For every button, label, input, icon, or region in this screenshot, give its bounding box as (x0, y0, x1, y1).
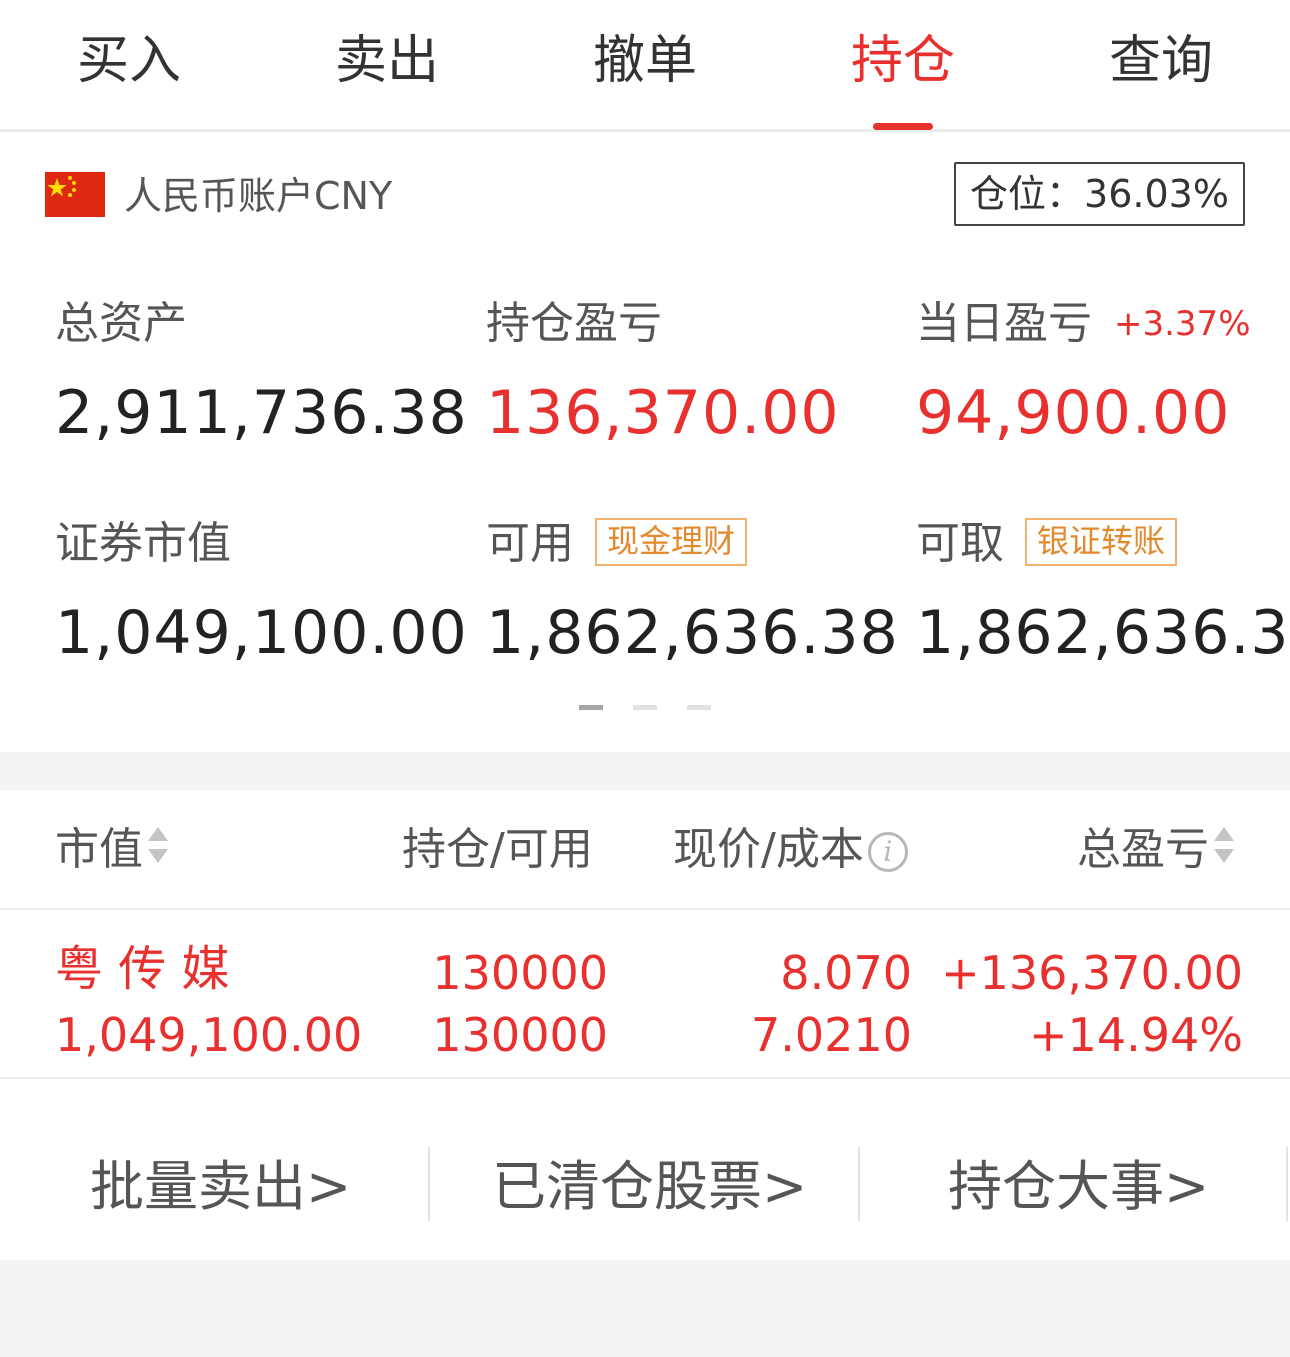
tab-buy[interactable]: 买入 (29, 26, 229, 96)
active-tab-indicator (873, 123, 933, 130)
total-assets-value: 2,911,736.38 (55, 378, 468, 448)
daily-pl-percent: +3.37% (1114, 304, 1251, 344)
available-funds-value: 1,862,636.38 (486, 598, 899, 668)
header-price-cost: 现价/成本 i (673, 822, 908, 878)
link-divider (858, 1147, 860, 1221)
available-funds-label: 可用 (486, 518, 574, 569)
trade-tab-bar: 买入 卖出 撤单 持仓 查询 (0, 0, 1290, 132)
position-ratio-badge: 仓位：36.03% (954, 162, 1245, 226)
holding-quantity: 130000 (432, 946, 608, 1000)
section-divider (0, 752, 1290, 790)
tab-sell[interactable]: 卖出 (287, 26, 487, 96)
daily-pl-value: 94,900.00 (916, 378, 1231, 448)
total-pl-amount: +136,370.00 (941, 946, 1243, 1000)
summary-page-indicator (0, 705, 1290, 711)
current-price: 8.070 (780, 946, 912, 1000)
sort-icon (1213, 823, 1235, 881)
sort-icon (147, 823, 169, 881)
holding-pl-label: 持仓盈亏 (486, 298, 662, 349)
securities-value: 1,049,100.00 (55, 598, 468, 668)
total-pl-percent: +14.94% (1029, 1008, 1243, 1062)
page-dot (633, 705, 657, 710)
table-header-divider (0, 908, 1290, 910)
total-assets-label: 总资产 (55, 298, 187, 349)
header-holding-available: 持仓/可用 (402, 824, 593, 875)
header-market-value[interactable]: 市值 (55, 822, 169, 881)
header-total-pl[interactable]: 总盈亏 (1077, 822, 1235, 881)
tab-holdings[interactable]: 持仓 (803, 26, 1003, 96)
page-dot-active (579, 705, 603, 710)
info-icon[interactable]: i (867, 832, 908, 872)
stock-market-value: 1,049,100.00 (55, 1008, 363, 1062)
bank-transfer-tag[interactable]: 银证转账 (1025, 518, 1178, 566)
table-row-divider (0, 1077, 1290, 1079)
cost-price: 7.0210 (751, 1008, 912, 1062)
header-market-value-label: 市值 (55, 824, 143, 875)
withdrawable-value: 1,862,636.38 (916, 598, 1290, 668)
withdrawable-label: 可取 (916, 518, 1004, 569)
page-dot (687, 705, 711, 710)
cleared-stocks-link[interactable]: 已清仓股票> (492, 1152, 807, 1222)
account-name: 人民币账户CNY (124, 174, 393, 218)
cash-management-tag[interactable]: 现金理财 (595, 518, 748, 566)
holding-events-link[interactable]: 持仓大事> (948, 1152, 1209, 1222)
stock-name: 粤 传 媒 (55, 941, 230, 997)
header-total-pl-label: 总盈亏 (1077, 824, 1209, 875)
header-price-cost-label: 现价/成本 (673, 824, 864, 875)
link-divider (428, 1147, 430, 1221)
securities-value-label: 证券市值 (55, 518, 231, 569)
available-quantity: 130000 (432, 1008, 608, 1062)
china-flag-icon (45, 172, 105, 217)
tab-query[interactable]: 查询 (1061, 26, 1261, 96)
bottom-background (0, 1260, 1290, 1357)
link-divider (1286, 1147, 1288, 1221)
holding-pl-value: 136,370.00 (486, 378, 840, 448)
tab-cancel-order[interactable]: 撤单 (545, 26, 745, 96)
batch-sell-link[interactable]: 批量卖出> (90, 1152, 351, 1222)
daily-pl-label: 当日盈亏 (916, 298, 1092, 349)
